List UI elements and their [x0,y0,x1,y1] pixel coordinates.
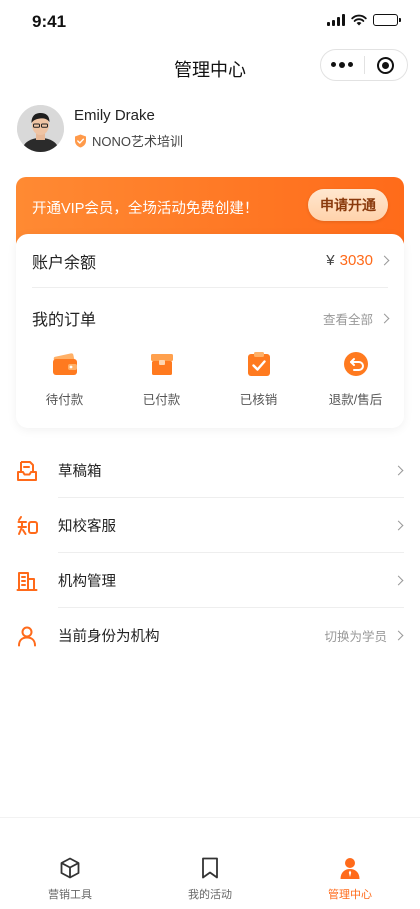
order-refund-label: 退款/售后 [328,393,383,407]
more-icon[interactable] [321,62,364,68]
tab-label-my-activities: 我的活动 [188,889,232,901]
menu-item-identity[interactable]: 当前身份为机构 切换为学员 [0,608,420,663]
view-all-label: 查看全部 [322,312,373,327]
chevron-right-icon [379,313,390,323]
chevron-right-icon [393,575,404,586]
vip-promo-text: 开通VIP会员，全场活动免费创建！ [32,201,259,217]
apply-vip-button[interactable]: 申请开通 [308,189,388,221]
status-bar: 9:41 [0,0,420,44]
zhi-service-icon [17,515,38,535]
balance-label: 账户余额 [32,254,97,272]
chevron-right-icon [393,465,404,476]
mini-program-capsule [320,49,408,81]
tab-label-management-center: 管理中心 [328,889,372,901]
status-time: 9:41 [32,12,67,31]
chevron-right-icon [393,520,404,531]
verified-shield-icon [75,134,86,147]
avatar[interactable] [17,105,64,152]
wallet-icon [52,353,77,375]
drafts-icon [17,460,37,481]
box-icon [150,354,173,375]
tab-label-marketing-tools: 营销工具 [48,889,92,901]
cellular-signal-icon [327,14,345,26]
switch-to-student-link[interactable]: 切换为学员 [324,626,404,645]
cube-icon [60,857,80,879]
order-paid-label: 已付款 [142,393,181,407]
tab-my-activities[interactable]: 我的活动 [140,818,280,909]
account-card: 账户余额 ¥ 3030 我的订单 查看全部 待付款 已付款 已核销 退款/售后 [16,234,404,428]
close-icon[interactable] [364,56,407,74]
menu-item-customer-service[interactable]: 知校客服 [0,498,420,553]
tab-marketing-tools[interactable]: 营销工具 [0,818,140,909]
menu-label-drafts: 草稿箱 [58,464,102,480]
status-icons [327,14,401,26]
balance-amount: 3030 [339,252,373,269]
menu-item-drafts[interactable]: 草稿箱 [0,443,420,498]
tab-management-center[interactable]: 管理中心 [280,818,420,909]
bookmark-icon [202,857,218,879]
order-status-row: 待付款 已付款 已核销 退款/售后 [16,350,404,408]
order-verified-label: 已核销 [239,393,278,407]
menu-label-customer-service: 知校客服 [58,519,116,535]
order-pending-payment[interactable]: 待付款 [25,350,105,408]
view-all-orders-link[interactable]: 查看全部 [322,309,390,328]
battery-icon [373,14,401,26]
building-icon [16,571,38,591]
user-name: Emily Drake [74,107,155,124]
currency-symbol: ¥ [326,252,335,269]
profile-header: Emily Drake NONO艺术培训 [17,105,183,152]
order-pending-label: 待付款 [45,393,84,407]
chevron-right-icon [393,630,404,641]
menu-item-org-management[interactable]: 机构管理 [0,553,420,608]
org-name: NONO艺术培训 [92,134,184,149]
order-paid[interactable]: 已付款 [122,350,202,408]
order-refund[interactable]: 退款/售后 [316,350,396,408]
orders-title: 我的订单 [32,312,97,329]
tab-bar: 营销工具 我的活动 管理中心 [0,817,420,909]
chevron-right-icon [379,255,390,266]
person-icon [340,858,360,879]
menu-label-identity: 当前身份为机构 [58,629,160,645]
menu-list: 草稿箱 知校客服 机构管理 当前身份为机构 切换为学员 [0,443,420,663]
menu-label-org-management: 机构管理 [58,574,116,590]
switch-identity-label: 切换为学员 [324,630,387,644]
orders-header: 我的订单 查看全部 [32,290,390,346]
user-icon [18,626,36,646]
balance-row[interactable]: 账户余额 ¥ 3030 [32,234,390,288]
order-verified[interactable]: 已核销 [219,350,299,408]
wifi-icon [351,14,367,26]
return-icon [343,352,368,376]
clipboard-check-icon [247,352,270,376]
